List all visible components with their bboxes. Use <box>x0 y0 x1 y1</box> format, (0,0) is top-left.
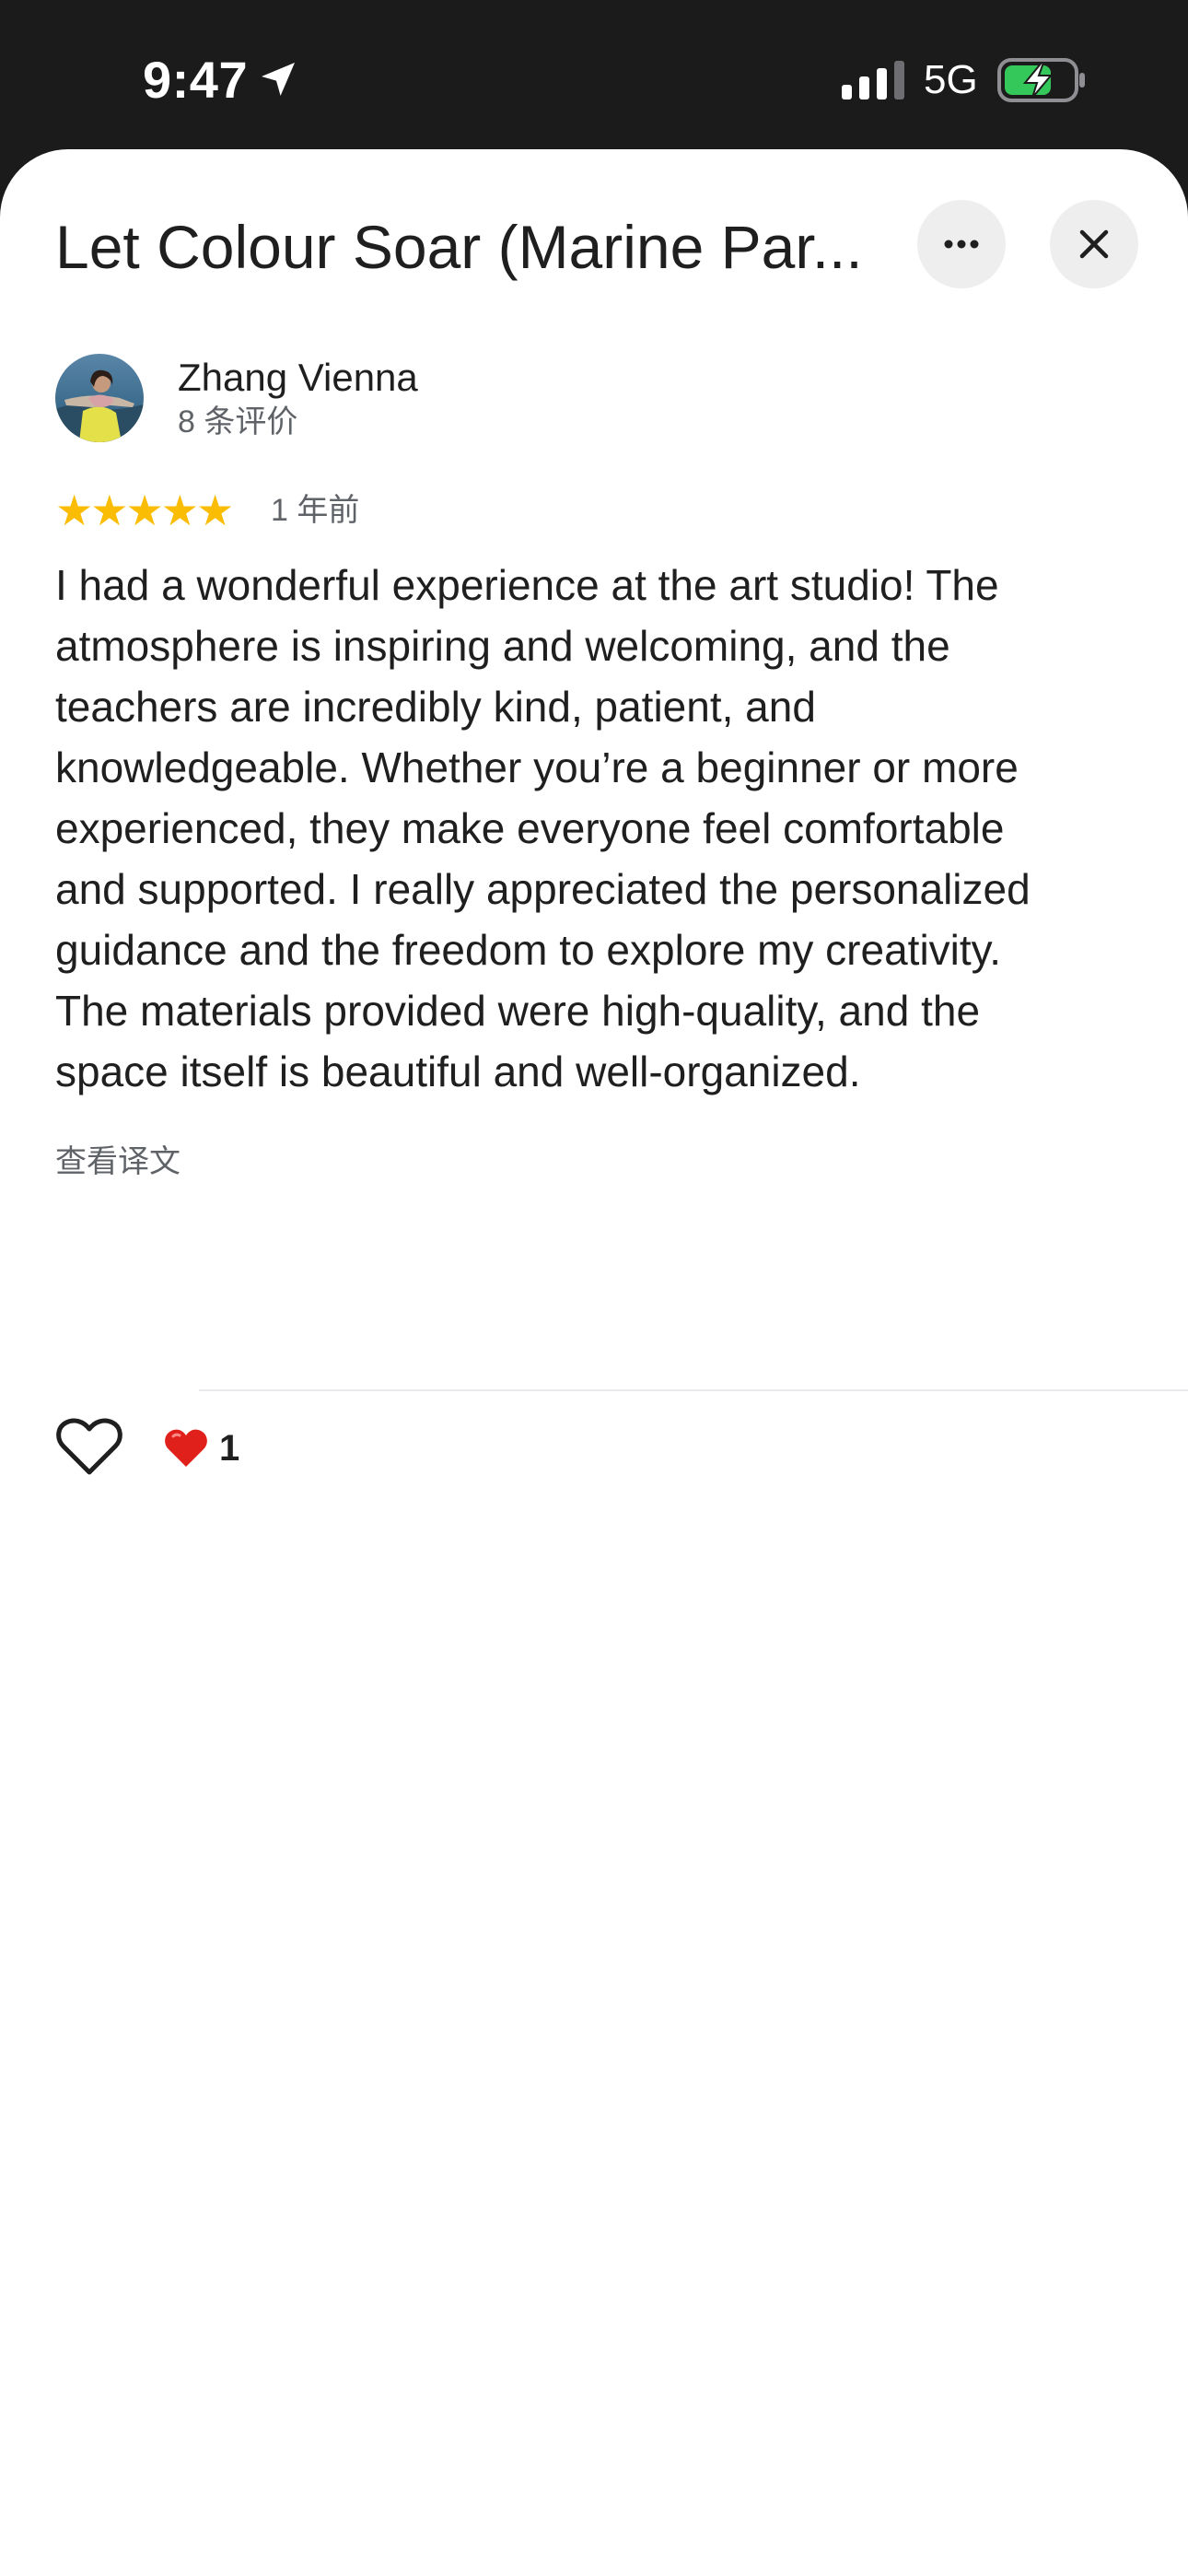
review-text-line: guidance and the freedom to explore my c… <box>55 926 1002 974</box>
review-text-line: space itself is beautiful and well-organ… <box>55 1048 861 1095</box>
star-icon: ★ <box>125 486 164 534</box>
location-arrow-icon <box>262 63 295 96</box>
star-icon: ★ <box>90 486 129 534</box>
reaction-count: 1 <box>219 1428 240 1469</box>
review-text-line: teachers are incredibly kind, patient, a… <box>55 683 816 731</box>
reviewer-avatar[interactable] <box>55 354 144 442</box>
status-time: 9:47 <box>143 51 249 109</box>
more-horizontal-icon <box>944 240 979 249</box>
review-text-line: knowledgeable. Whether you’re a beginner… <box>55 744 1019 791</box>
reaction-summary[interactable]: 1 <box>164 1424 239 1472</box>
heart-outline-icon[interactable] <box>55 1417 123 1478</box>
cellular-signal-icon <box>842 61 904 100</box>
reviewer-name[interactable]: Zhang Vienna <box>178 354 418 402</box>
review-text-line: experienced, they make everyone feel com… <box>55 804 1005 852</box>
close-button[interactable] <box>1050 200 1138 288</box>
status-bar: 9:47 5G <box>0 0 1188 149</box>
review-sheet: Let Colour Soar (Marine Par... Zhang Vie… <box>0 149 1188 2576</box>
more-options-button[interactable] <box>917 200 1006 288</box>
star-icon: ★ <box>55 486 94 534</box>
star-rating: ★ ★ ★ ★ ★ <box>55 486 235 534</box>
review-text-line: atmosphere is inspiring and welcoming, a… <box>55 622 950 670</box>
see-translation-link[interactable]: 查看译文 <box>55 1141 181 1183</box>
star-icon: ★ <box>160 486 199 534</box>
star-icon: ★ <box>196 486 235 534</box>
review-text-line: and supported. I really appreciated the … <box>55 865 1031 913</box>
review-text-line: I had a wonderful experience at the art … <box>55 561 999 609</box>
battery-charging-icon <box>997 58 1085 102</box>
red-heart-emoji-icon <box>165 1429 207 1467</box>
review-age: 1 年前 <box>271 493 360 528</box>
review-text-line: The materials provided were high-quality… <box>55 987 981 1035</box>
close-icon <box>1079 229 1109 259</box>
review-text: I had a wonderful experience at the art … <box>55 555 1151 1102</box>
sheet-title: Let Colour Soar (Marine Par... <box>55 213 863 281</box>
network-type-label: 5G <box>924 57 978 102</box>
reviewer-review-count: 8 条评价 <box>178 404 298 439</box>
divider <box>199 1389 1188 1391</box>
avatar-photo <box>55 354 144 442</box>
